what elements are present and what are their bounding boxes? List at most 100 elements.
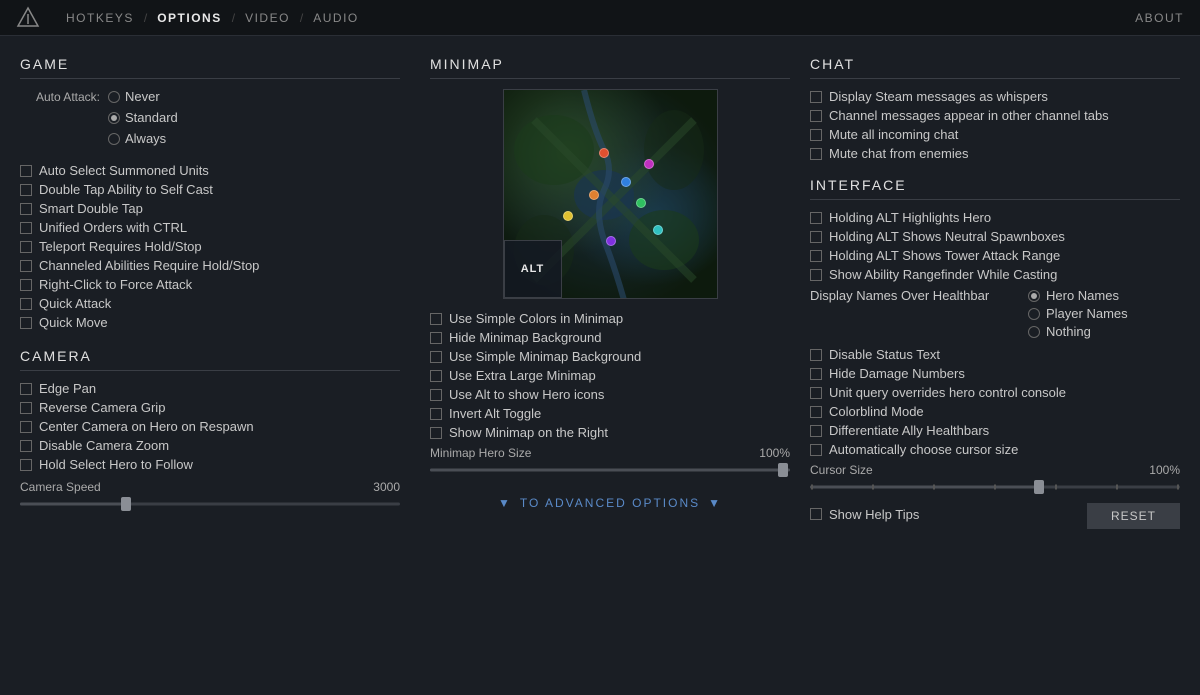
- smart-double-tap-row[interactable]: Smart Double Tap: [20, 201, 400, 216]
- alt-hero-icons-label: Use Alt to show Hero icons: [449, 387, 604, 402]
- alt-highlights-cb[interactable]: [810, 212, 822, 224]
- ability-range-row[interactable]: Show Ability Rangefinder While Casting: [810, 267, 1180, 282]
- minimap-right-row[interactable]: Show Minimap on the Right: [430, 425, 790, 440]
- auto-attack-standard-radio[interactable]: [108, 112, 120, 124]
- channel-tabs-row[interactable]: Channel messages appear in other channel…: [810, 108, 1180, 123]
- mute-all-cb[interactable]: [810, 129, 822, 141]
- auto-attack-standard[interactable]: Standard: [108, 110, 178, 125]
- reverse-camera-row[interactable]: Reverse Camera Grip: [20, 400, 400, 415]
- right-click-force-row[interactable]: Right-Click to Force Attack: [20, 277, 400, 292]
- unified-orders-cb[interactable]: [20, 222, 32, 234]
- simple-bg-row[interactable]: Use Simple Minimap Background: [430, 349, 790, 364]
- center-camera-row[interactable]: Center Camera on Hero on Respawn: [20, 419, 400, 434]
- right-click-force-cb[interactable]: [20, 279, 32, 291]
- quick-move-cb[interactable]: [20, 317, 32, 329]
- reverse-camera-label: Reverse Camera Grip: [39, 400, 165, 415]
- advanced-options-bar[interactable]: ▼ TO ADVANCED OPTIONS ▼: [430, 488, 790, 510]
- diff-ally-cb[interactable]: [810, 425, 822, 437]
- auto-select-summoned-row[interactable]: Auto Select Summoned Units: [20, 163, 400, 178]
- dn-hero-radio[interactable]: [1028, 290, 1040, 302]
- diff-ally-row[interactable]: Differentiate Ally Healthbars: [810, 423, 1180, 438]
- alt-neutral-cb[interactable]: [810, 231, 822, 243]
- teleport-hold-row[interactable]: Teleport Requires Hold/Stop: [20, 239, 400, 254]
- alt-hero-icons-row[interactable]: Use Alt to show Hero icons: [430, 387, 790, 402]
- mute-enemies-cb[interactable]: [810, 148, 822, 160]
- double-tap-cb[interactable]: [20, 184, 32, 196]
- hero-size-thumb[interactable]: [778, 463, 788, 477]
- auto-select-summoned-cb[interactable]: [20, 165, 32, 177]
- alt-hero-icons-cb[interactable]: [430, 389, 442, 401]
- steam-whispers-cb[interactable]: [810, 91, 822, 103]
- display-names-hero-option[interactable]: Hero Names: [1028, 288, 1119, 303]
- alt-neutral-row[interactable]: Holding ALT Shows Neutral Spawnboxes: [810, 229, 1180, 244]
- simple-colors-cb[interactable]: [430, 313, 442, 325]
- alt-tower-cb[interactable]: [810, 250, 822, 262]
- channel-tabs-cb[interactable]: [810, 110, 822, 122]
- mute-all-row[interactable]: Mute all incoming chat: [810, 127, 1180, 142]
- channeled-hold-row[interactable]: Channeled Abilities Require Hold/Stop: [20, 258, 400, 273]
- unified-orders-row[interactable]: Unified Orders with CTRL: [20, 220, 400, 235]
- ability-range-cb[interactable]: [810, 269, 822, 281]
- nav-hotkeys[interactable]: HOTKEYS: [56, 0, 144, 36]
- steam-whispers-row[interactable]: Display Steam messages as whispers: [810, 89, 1180, 104]
- minimap-right-cb[interactable]: [430, 427, 442, 439]
- simple-bg-cb[interactable]: [430, 351, 442, 363]
- colorblind-cb[interactable]: [810, 406, 822, 418]
- hide-bg-cb[interactable]: [430, 332, 442, 344]
- simple-colors-row[interactable]: Use Simple Colors in Minimap: [430, 311, 790, 326]
- edge-pan-cb[interactable]: [20, 383, 32, 395]
- show-help-row[interactable]: Show Help Tips: [810, 507, 919, 522]
- reset-button[interactable]: RESET: [1087, 503, 1180, 529]
- extra-large-row[interactable]: Use Extra Large Minimap: [430, 368, 790, 383]
- show-help-cb[interactable]: [810, 508, 822, 520]
- hold-select-follow-cb[interactable]: [20, 459, 32, 471]
- quick-move-row[interactable]: Quick Move: [20, 315, 400, 330]
- disable-status-row[interactable]: Disable Status Text: [810, 347, 1180, 362]
- invert-alt-row[interactable]: Invert Alt Toggle: [430, 406, 790, 421]
- smart-double-tap-cb[interactable]: [20, 203, 32, 215]
- alt-tower-row[interactable]: Holding ALT Shows Tower Attack Range: [810, 248, 1180, 263]
- disable-status-cb[interactable]: [810, 349, 822, 361]
- quick-attack-row[interactable]: Quick Attack: [20, 296, 400, 311]
- hero-size-slider[interactable]: [430, 464, 790, 476]
- alt-highlights-row[interactable]: Holding ALT Highlights Hero: [810, 210, 1180, 225]
- auto-attack-never-radio[interactable]: [108, 91, 120, 103]
- auto-cursor-row[interactable]: Automatically choose cursor size: [810, 442, 1180, 457]
- hide-damage-cb[interactable]: [810, 368, 822, 380]
- invert-alt-cb[interactable]: [430, 408, 442, 420]
- disable-zoom-row[interactable]: Disable Camera Zoom: [20, 438, 400, 453]
- nav-video[interactable]: VIDEO: [235, 0, 300, 36]
- dn-nothing-radio[interactable]: [1028, 326, 1040, 338]
- display-names-nothing-option[interactable]: Nothing: [810, 324, 1180, 339]
- nav-audio[interactable]: AUDIO: [303, 0, 369, 36]
- unit-query-cb[interactable]: [810, 387, 822, 399]
- cursor-size-thumb[interactable]: [1034, 480, 1044, 494]
- disable-zoom-cb[interactable]: [20, 440, 32, 452]
- hold-select-follow-row[interactable]: Hold Select Hero to Follow: [20, 457, 400, 472]
- nav-options[interactable]: OPTIONS: [147, 0, 232, 36]
- unit-query-row[interactable]: Unit query overrides hero control consol…: [810, 385, 1180, 400]
- dn-player-radio[interactable]: [1028, 308, 1040, 320]
- nav-about[interactable]: ABOUT: [1135, 11, 1184, 25]
- mute-enemies-row[interactable]: Mute chat from enemies: [810, 146, 1180, 161]
- double-tap-row[interactable]: Double Tap Ability to Self Cast: [20, 182, 400, 197]
- edge-pan-row[interactable]: Edge Pan: [20, 381, 400, 396]
- auto-attack-always[interactable]: Always: [108, 131, 178, 146]
- auto-attack-never[interactable]: Never: [108, 89, 178, 104]
- extra-large-cb[interactable]: [430, 370, 442, 382]
- cursor-size-slider[interactable]: [810, 481, 1180, 493]
- auto-attack-always-radio[interactable]: [108, 133, 120, 145]
- reverse-camera-cb[interactable]: [20, 402, 32, 414]
- auto-cursor-cb[interactable]: [810, 444, 822, 456]
- teleport-hold-cb[interactable]: [20, 241, 32, 253]
- center-camera-cb[interactable]: [20, 421, 32, 433]
- camera-speed-thumb[interactable]: [121, 497, 131, 511]
- camera-speed-slider[interactable]: [20, 498, 400, 510]
- mute-all-label: Mute all incoming chat: [829, 127, 958, 142]
- hide-damage-row[interactable]: Hide Damage Numbers: [810, 366, 1180, 381]
- colorblind-row[interactable]: Colorblind Mode: [810, 404, 1180, 419]
- channeled-hold-cb[interactable]: [20, 260, 32, 272]
- quick-attack-cb[interactable]: [20, 298, 32, 310]
- display-names-player-option[interactable]: Player Names: [810, 306, 1180, 321]
- hide-bg-row[interactable]: Hide Minimap Background: [430, 330, 790, 345]
